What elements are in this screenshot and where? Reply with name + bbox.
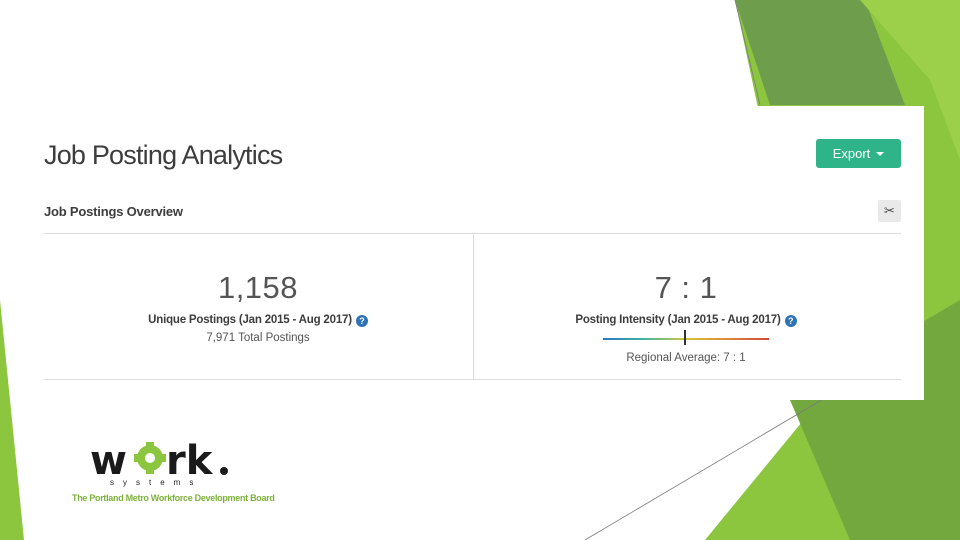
logo-gear-icon: [134, 442, 166, 474]
posting-intensity-label: Posting Intensity (Jan 2015 - Aug 2017)?: [506, 314, 866, 327]
help-icon[interactable]: ?: [355, 315, 368, 327]
logo-subtitle: systems: [110, 478, 203, 487]
analytics-panel: Job Posting Analytics Export Job Posting…: [30, 106, 924, 400]
regional-average: Regional Average: 7 : 1: [626, 352, 746, 364]
posting-intensity-label-text: Posting Intensity (Jan 2015 - Aug 2017): [575, 314, 781, 326]
crop-button[interactable]: ✂: [878, 200, 901, 222]
logo-tagline: The Portland Metro Workforce Development…: [72, 493, 275, 503]
intensity-gradient-bar: [603, 338, 769, 340]
unique-postings-label: Unique Postings (Jan 2015 - Aug 2017)?: [78, 314, 438, 327]
chevron-down-icon: [876, 152, 885, 156]
posting-intensity-value: 7 : 1: [654, 270, 718, 305]
export-label: Export: [832, 146, 871, 161]
page-title: Job Posting Analytics: [44, 140, 283, 170]
divider-vertical: [473, 234, 474, 379]
green-shape-left: [0, 300, 24, 540]
divider-bottom: [44, 379, 901, 380]
intensity-marker: [684, 330, 686, 345]
help-icon[interactable]: ?: [784, 315, 797, 327]
scissors-icon: ✂: [884, 203, 895, 218]
unique-postings-label-text: Unique Postings (Jan 2015 - Aug 2017): [148, 314, 352, 326]
work-systems-logo: w rk systems The Portland Metro Workforc…: [66, 438, 275, 510]
export-button[interactable]: Export: [816, 139, 901, 168]
section-title: Job Postings Overview: [44, 204, 183, 219]
unique-postings-value: 1,158: [217, 270, 299, 305]
total-postings: 7,971 Total Postings: [206, 332, 310, 344]
